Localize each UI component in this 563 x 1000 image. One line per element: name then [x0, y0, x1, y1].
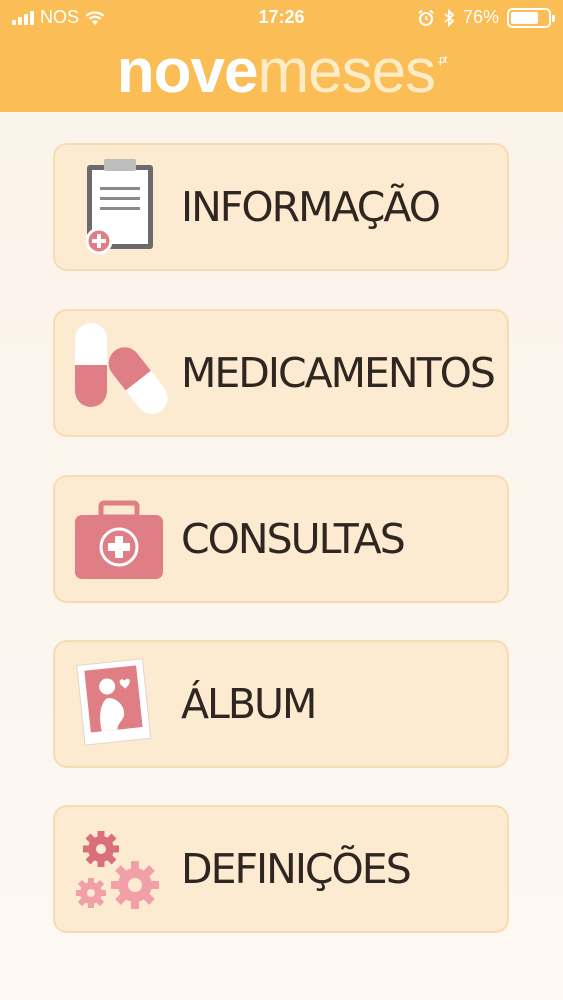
menu-item-album[interactable]: ÁLBUM: [53, 640, 509, 768]
menu-item-label: ÁLBUM: [181, 680, 317, 728]
battery-fill: [511, 11, 539, 24]
gears-icon: [76, 831, 159, 909]
app-header: NOS 17:26 76% nove meses .pt: [0, 0, 563, 112]
status-right: 76%: [417, 7, 555, 28]
logo-suffix: .pt: [437, 54, 447, 66]
alarm-icon: [418, 9, 434, 26]
app-logo: nove meses .pt: [0, 36, 563, 106]
status-bar: NOS 17:26 76%: [0, 0, 563, 36]
logo-part-2: meses: [257, 36, 436, 106]
menu-item-consultas[interactable]: CONSULTAS: [53, 475, 509, 603]
menu-item-label: CONSULTAS: [181, 515, 406, 563]
logo-part-1: nove: [116, 36, 259, 106]
photo-icon: [76, 658, 152, 746]
menu-item-label: INFORMAÇÃO: [181, 183, 441, 231]
pills-icon: [75, 323, 168, 414]
menu-item-definicoes[interactable]: DEFINIÇÕES: [53, 805, 509, 933]
battery-percent: 76%: [462, 7, 499, 27]
battery-icon: [507, 7, 555, 28]
menu-item-label: MEDICAMENTOS: [181, 349, 496, 397]
bluetooth-icon: [444, 8, 455, 27]
menu-item-informacao[interactable]: INFORMAÇÃO: [53, 143, 509, 271]
menu-item-label: DEFINIÇÕES: [181, 845, 412, 893]
menu-item-medicamentos[interactable]: MEDICAMENTOS: [53, 309, 509, 437]
clipboard-icon: [85, 159, 153, 255]
medical-kit-icon: [75, 500, 163, 579]
